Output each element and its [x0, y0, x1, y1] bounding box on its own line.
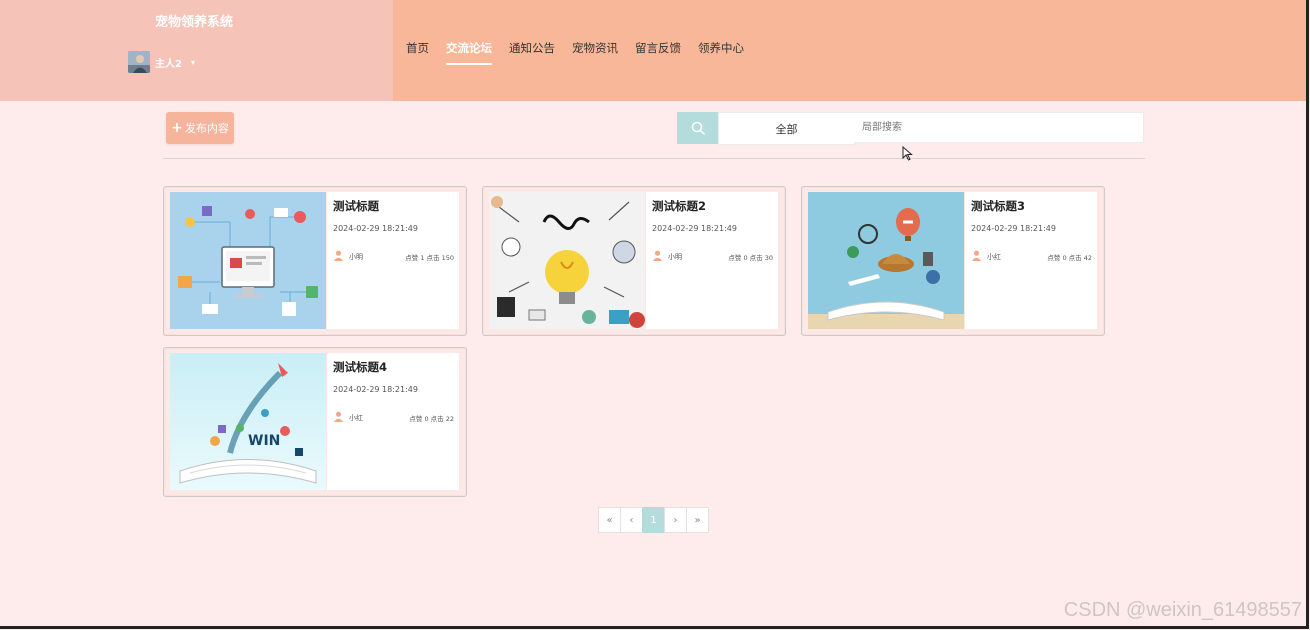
post-title[interactable]: 测试标题3 — [971, 198, 1025, 214]
user-icon — [971, 250, 982, 261]
brand-panel: 宠物领养系统 主人2 ▾ — [0, 0, 393, 101]
post-stats: 点赞 0 点击 22 — [409, 415, 454, 423]
watermark: CSDN @weixin_61498557 — [1063, 599, 1302, 621]
nav-notices[interactable]: 通知公告 — [509, 40, 555, 65]
plus-icon: + — [171, 120, 183, 136]
post-thumbnail — [808, 192, 964, 329]
nav-feedback[interactable]: 留言反馈 — [635, 40, 681, 65]
publish-label: 发布内容 — [184, 122, 229, 135]
post-author: 小明 — [668, 253, 682, 261]
avatar — [128, 51, 150, 73]
post-date: 2024-02-29 18:21:49 — [333, 385, 418, 394]
user-icon — [652, 250, 663, 261]
publish-button[interactable]: + 发布内容 — [166, 112, 234, 144]
search-button[interactable] — [677, 112, 718, 144]
search-icon — [691, 121, 705, 135]
user-icon — [333, 250, 344, 261]
post-date: 2024-02-29 18:21:49 — [652, 224, 737, 233]
post-author: 小红 — [987, 253, 1001, 261]
post-body: 测试标题 2024-02-29 18:21:49 小明 点赞 1 点击 150 — [327, 192, 459, 329]
top-nav: 首页 交流论坛 通知公告 宠物资讯 留言反馈 领养中心 — [393, 0, 1306, 101]
post-stats: 点赞 1 点击 150 — [405, 254, 454, 262]
user-icon — [333, 411, 344, 422]
last-page-button[interactable]: » — [686, 507, 709, 533]
first-page-button[interactable]: « — [598, 507, 621, 533]
header: 宠物领养系统 主人2 ▾ 首页 交流论坛 通知公告 宠物资讯 留言反馈 领养中心 — [0, 0, 1306, 101]
post-date: 2024-02-29 18:21:49 — [333, 224, 418, 233]
site-title: 宠物领养系统 — [155, 15, 234, 30]
post-title[interactable]: 测试标题 — [333, 198, 379, 214]
post-thumbnail — [170, 192, 326, 329]
page-number-button[interactable]: 1 — [642, 507, 665, 533]
next-page-button[interactable]: › — [664, 507, 687, 533]
svg-text:WIN: WIN — [248, 433, 280, 449]
chevron-down-icon[interactable]: ▾ — [191, 58, 195, 67]
mouse-cursor-icon — [902, 146, 913, 161]
post-title[interactable]: 测试标题4 — [333, 359, 387, 375]
post-stats: 点赞 0 点击 30 — [728, 254, 773, 262]
search-input[interactable] — [854, 112, 1144, 143]
nav-forum[interactable]: 交流论坛 — [446, 40, 492, 65]
post-card[interactable]: 测试标题 2024-02-29 18:21:49 小明 点赞 1 点击 150 — [163, 186, 467, 336]
post-thumbnail — [489, 192, 645, 329]
post-author: 小明 — [349, 253, 363, 261]
post-body: 测试标题2 2024-02-29 18:21:49 小明 点赞 0 点击 30 — [646, 192, 778, 329]
divider — [163, 158, 1145, 159]
nav-pet-news[interactable]: 宠物资讯 — [572, 40, 618, 65]
nav-adoption[interactable]: 领养中心 — [698, 40, 744, 65]
user-menu[interactable]: 主人2 ▾ — [128, 51, 195, 73]
post-body: 测试标题3 2024-02-29 18:21:49 小红 点赞 0 点击 42 — [965, 192, 1097, 329]
post-card[interactable]: WIN 测试标题4 2024-02-29 18:21:49 小红 点赞 0 点击… — [163, 347, 467, 497]
prev-page-button[interactable]: ‹ — [620, 507, 643, 533]
post-author: 小红 — [349, 414, 363, 422]
post-stats: 点赞 0 点击 42 — [1047, 254, 1092, 262]
post-card[interactable]: 测试标题2 2024-02-29 18:21:49 小明 点赞 0 点击 30 — [482, 186, 786, 336]
post-date: 2024-02-29 18:21:49 — [971, 224, 1056, 233]
post-title[interactable]: 测试标题2 — [652, 198, 706, 214]
pagination: « ‹ 1 › » — [598, 507, 709, 533]
nav-home[interactable]: 首页 — [406, 40, 429, 65]
post-body: 测试标题4 2024-02-29 18:21:49 小红 点赞 0 点击 22 — [327, 353, 459, 490]
user-name: 主人2 — [155, 58, 182, 70]
post-card[interactable]: 测试标题3 2024-02-29 18:21:49 小红 点赞 0 点击 42 — [801, 186, 1105, 336]
post-thumbnail: WIN — [170, 353, 326, 490]
category-select[interactable]: 全部 — [718, 112, 855, 145]
